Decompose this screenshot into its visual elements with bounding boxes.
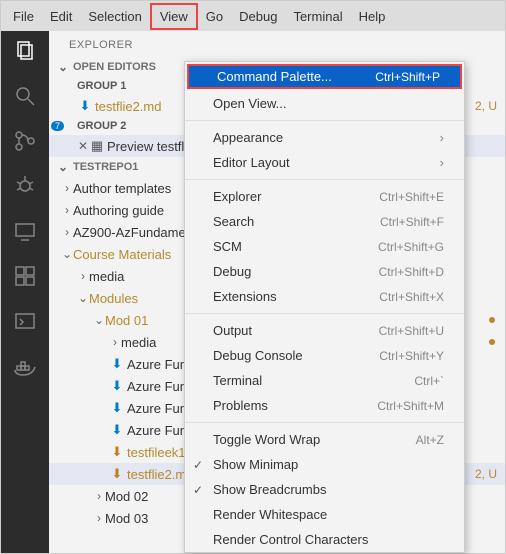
menu-item-label: Debug Console <box>213 348 303 363</box>
debug-icon[interactable] <box>13 174 37 201</box>
menu-item[interactable]: Toggle Word Wrap Alt+Z <box>185 427 464 452</box>
menu-selection[interactable]: Selection <box>80 5 149 28</box>
menu-item-label: Extensions <box>213 289 277 304</box>
menu-help[interactable]: Help <box>351 5 394 28</box>
close-icon[interactable]: ✕ <box>77 139 89 153</box>
chevron-right-icon: › <box>440 130 444 145</box>
menu-item-label: Toggle Word Wrap <box>213 432 320 447</box>
menu-debug[interactable]: Debug <box>231 5 285 28</box>
menu-item[interactable]: Appearance › <box>185 125 464 150</box>
menu-item-label: Explorer <box>213 189 261 204</box>
menu-shortcut: Ctrl+Shift+U <box>379 324 444 338</box>
menu-go[interactable]: Go <box>198 5 231 28</box>
menu-shortcut: Ctrl+Shift+M <box>377 399 444 413</box>
view-menu-dropdown: Command Palette... Ctrl+Shift+P Open View.… <box>184 61 465 553</box>
scm-icon[interactable]: 7 <box>13 129 37 156</box>
menu-view[interactable]: View <box>150 3 198 30</box>
menu-item-label: Output <box>213 323 252 338</box>
menu-item[interactable]: Editor Layout › <box>185 150 464 175</box>
markdown-icon: ⬇ <box>109 466 125 482</box>
menu-shortcut: Ctrl+Shift+G <box>378 240 444 254</box>
menu-item-label: Editor Layout <box>213 155 290 170</box>
menu-item[interactable]: Render Whitespace <box>185 502 464 527</box>
menu-item-label: Show Minimap <box>213 457 298 472</box>
menu-item-label: Terminal <box>213 373 262 388</box>
menu-shortcut: Ctrl+Shift+X <box>379 290 444 304</box>
modified-dot <box>489 339 495 345</box>
menu-edit[interactable]: Edit <box>42 5 80 28</box>
check-icon: ✓ <box>193 483 203 497</box>
chevron-right-icon: › <box>440 155 444 170</box>
scm-badge: 7 <box>51 121 64 131</box>
menu-shortcut: Ctrl+` <box>414 374 444 388</box>
menu-item[interactable]: SCM Ctrl+Shift+G <box>185 234 464 259</box>
menu-item[interactable]: ✓ Show Breadcrumbs <box>185 477 464 502</box>
menu-shortcut: Ctrl+Shift+E <box>379 190 444 204</box>
menu-item[interactable]: Explorer Ctrl+Shift+E <box>185 184 464 209</box>
terminal-panel-icon[interactable] <box>13 309 37 336</box>
explorer-icon[interactable] <box>13 39 37 66</box>
file-name: testflie2.md <box>95 99 161 114</box>
menu-item[interactable]: Debug Ctrl+Shift+D <box>185 259 464 284</box>
markdown-icon: ⬇ <box>109 444 125 460</box>
menu-item[interactable]: Search Ctrl+Shift+F <box>185 209 464 234</box>
menu-item-label: Debug <box>213 264 251 279</box>
menubar: File Edit Selection View Go Debug Termin… <box>1 1 505 31</box>
menu-item-label: Open View... <box>213 96 286 111</box>
activity-bar: 7 <box>1 31 49 553</box>
menu-shortcut: Ctrl+Shift+Y <box>379 349 444 363</box>
menu-item-label: Search <box>213 214 254 229</box>
menu-item-label: SCM <box>213 239 242 254</box>
menu-terminal[interactable]: Terminal <box>285 5 350 28</box>
menu-item-label: Render Whitespace <box>213 507 327 522</box>
menu-item[interactable]: Problems Ctrl+Shift+M <box>185 393 464 418</box>
menu-item-label: Problems <box>213 398 268 413</box>
sidebar-title: EXPLORER <box>49 31 505 57</box>
menu-item-label: Render Control Characters <box>213 532 368 547</box>
extensions-icon[interactable] <box>13 264 37 291</box>
markdown-icon: ⬇ <box>109 400 125 416</box>
menu-item[interactable]: Command Palette... Ctrl+Shift+P <box>187 64 462 89</box>
markdown-icon: ⬇ <box>109 422 125 438</box>
menu-item[interactable]: Render Control Characters <box>185 527 464 552</box>
menu-item[interactable]: Terminal Ctrl+` <box>185 368 464 393</box>
menu-item[interactable]: Debug Console Ctrl+Shift+Y <box>185 343 464 368</box>
menu-item[interactable]: Output Ctrl+Shift+U <box>185 318 464 343</box>
preview-icon: ▦ <box>89 138 105 154</box>
menu-item-label: Command Palette... <box>217 69 332 84</box>
search-icon[interactable] <box>13 84 37 111</box>
menu-file[interactable]: File <box>5 5 42 28</box>
modified-dot <box>489 317 495 323</box>
menu-item[interactable]: Extensions Ctrl+Shift+X <box>185 284 464 309</box>
file-status: 2, U <box>475 99 497 113</box>
menu-shortcut: Ctrl+Shift+D <box>379 265 444 279</box>
markdown-icon: ⬇ <box>77 98 93 114</box>
menu-shortcut: Ctrl+Shift+P <box>375 70 440 84</box>
menu-item-label: Show Breadcrumbs <box>213 482 326 497</box>
menu-item[interactable]: ✓ Show Minimap <box>185 452 464 477</box>
menu-item-label: Appearance <box>213 130 283 145</box>
docker-icon[interactable] <box>13 354 37 381</box>
menu-item[interactable]: Open View... <box>185 91 464 116</box>
remote-icon[interactable] <box>13 219 37 246</box>
markdown-icon: ⬇ <box>109 356 125 372</box>
markdown-icon: ⬇ <box>109 378 125 394</box>
file-status: 2, U <box>475 467 497 481</box>
check-icon: ✓ <box>193 458 203 472</box>
menu-shortcut: Alt+Z <box>416 433 444 447</box>
menu-shortcut: Ctrl+Shift+F <box>380 215 444 229</box>
